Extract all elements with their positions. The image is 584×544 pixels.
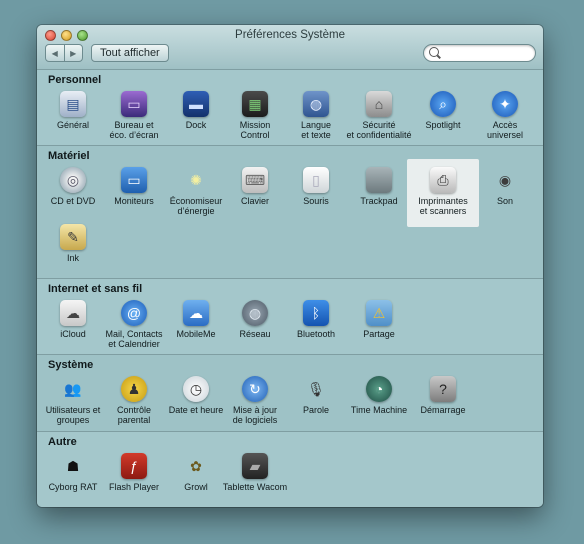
trackpad-icon	[366, 167, 392, 193]
language-flag-icon: ◍	[303, 91, 329, 117]
time-machine-icon: ◔	[366, 376, 392, 402]
system-preferences-window: Préférences Système ◀ ▶ Tout afficher Pe…	[37, 25, 543, 507]
section-title-personnel: Personnel	[48, 74, 102, 86]
title-bar: Préférences Système ◀ ▶ Tout afficher	[37, 25, 543, 70]
back-button[interactable]: ◀	[46, 45, 64, 61]
spotlight-magnifier-icon: ⌕	[430, 91, 456, 117]
bluetooth-icon: ᛒ	[303, 300, 329, 326]
printer-icon: ⎙	[430, 167, 456, 193]
pref-pane-label: Parole	[302, 405, 329, 415]
pref-pane-personnel-6[interactable]: ⌂ Sécurité et confidentialité	[343, 91, 415, 140]
sharing-folder-icon: ⚠	[366, 300, 392, 326]
pref-pane-internet-5[interactable]: ᛒ Bluetooth	[280, 300, 352, 339]
section-internet: Internet et sans fil ☁ iCloud @ Mail, Conta…	[37, 278, 543, 355]
forward-button[interactable]: ▶	[63, 45, 83, 61]
desktop-screensaver-icon: ▭	[121, 91, 147, 117]
search-input[interactable]	[442, 45, 534, 63]
window-title: Préférences Système	[235, 29, 345, 41]
pref-pane-label: Tablette Wacom	[222, 482, 288, 492]
flash-player-icon: ƒ	[121, 453, 147, 479]
pref-pane-label: Son	[496, 196, 513, 206]
mobileme-cloud-icon: ☁	[183, 300, 209, 326]
wacom-tablet-icon: ▰	[242, 453, 268, 479]
icloud-icon: ☁	[60, 300, 86, 326]
section-title-materiel: Matériel	[48, 150, 90, 162]
keyboard-icon: ⌨	[242, 167, 268, 193]
section-title-autre: Autre	[48, 436, 77, 448]
section-autre: Autre ☗ Cyborg RAT ƒ Flash Player ✿ Growl ▰ Tab…	[37, 431, 543, 507]
network-globe-icon: ◍	[242, 300, 268, 326]
pref-pane-internet-6[interactable]: ⚠ Partage	[343, 300, 415, 339]
speaker-icon: ◉	[498, 172, 512, 188]
pref-pane-label: Time Machine	[350, 405, 408, 415]
pref-pane-label: Langue et texte	[300, 120, 332, 140]
section-personnel: Personnel ▤ Général ▭ Bureau et éco. d’écra…	[37, 69, 543, 146]
dock-icon: ▬	[183, 91, 209, 117]
search-field[interactable]	[423, 44, 536, 63]
date-time-clock-icon: ◷	[183, 376, 209, 402]
pref-pane-label: Trackpad	[360, 196, 398, 206]
show-all-button[interactable]: Tout afficher	[91, 44, 169, 62]
pref-pane-autre-4[interactable]: ▰ Tablette Wacom	[219, 453, 291, 492]
section-materiel: Matériel ◎ CD et DVD ▭ Moniteurs ✺ Économiseu…	[37, 145, 543, 279]
pref-pane-materiel-8[interactable]: ◉ Son	[469, 167, 541, 206]
software-update-icon: ↻	[242, 376, 268, 402]
pref-pane-label: Accès universel	[486, 120, 524, 140]
parental-controls-icon: ♟	[121, 376, 147, 402]
general-icon: ▤	[60, 91, 86, 117]
accessibility-person-icon: ✦	[492, 91, 518, 117]
cyborg-rat-icon: ☗	[66, 458, 80, 474]
pref-pane-label: Ink	[66, 253, 79, 263]
pref-pane-materiel-5[interactable]: ▯ Souris	[280, 167, 352, 206]
mouse-icon: ▯	[303, 167, 329, 193]
pref-pane-materiel-6[interactable]: Trackpad	[343, 167, 415, 206]
startup-disk-icon: ?	[430, 376, 456, 402]
pref-pane-systeme-7[interactable]: ? Démarrage	[407, 376, 479, 415]
pref-pane-label: Souris	[303, 196, 329, 206]
pref-pane-label: Bluetooth	[296, 329, 336, 339]
search-icon	[429, 47, 439, 57]
section-title-systeme: Système	[48, 359, 94, 371]
pref-pane-label: Partage	[363, 329, 395, 339]
speech-microphone-icon: 🎙	[307, 381, 325, 397]
section-title-internet: Internet et sans fil	[48, 283, 143, 295]
pref-pane-materiel-9[interactable]: ✎ Ink	[37, 224, 109, 263]
mission-control-icon: ▦	[242, 91, 268, 117]
growl-icon: ✿	[190, 458, 202, 474]
pref-pane-label: Sécurité et confidentialité	[346, 120, 412, 140]
back-forward-control: ◀ ▶	[45, 44, 83, 62]
security-house-icon: ⌂	[366, 91, 392, 117]
pref-pane-systeme-6[interactable]: ◔ Time Machine	[343, 376, 415, 415]
ink-pen-icon: ✎	[60, 224, 86, 250]
energy-bulb-icon: ✺	[190, 172, 202, 188]
pref-pane-personnel-5[interactable]: ◍ Langue et texte	[280, 91, 352, 140]
pref-pane-personnel-8[interactable]: ✦ Accès universel	[469, 91, 541, 140]
monitor-icon: ▭	[121, 167, 147, 193]
cd-dvd-icon: ◎	[60, 167, 86, 193]
pref-pane-label: Démarrage	[420, 405, 466, 415]
pref-pane-systeme-5[interactable]: 🎙 Parole	[280, 376, 352, 415]
mail-at-icon: @	[121, 300, 147, 326]
section-systeme: Système 👥 Utilisateurs et groupes ♟ Contrôl…	[37, 354, 543, 432]
users-groups-icon: 👥	[64, 381, 82, 397]
